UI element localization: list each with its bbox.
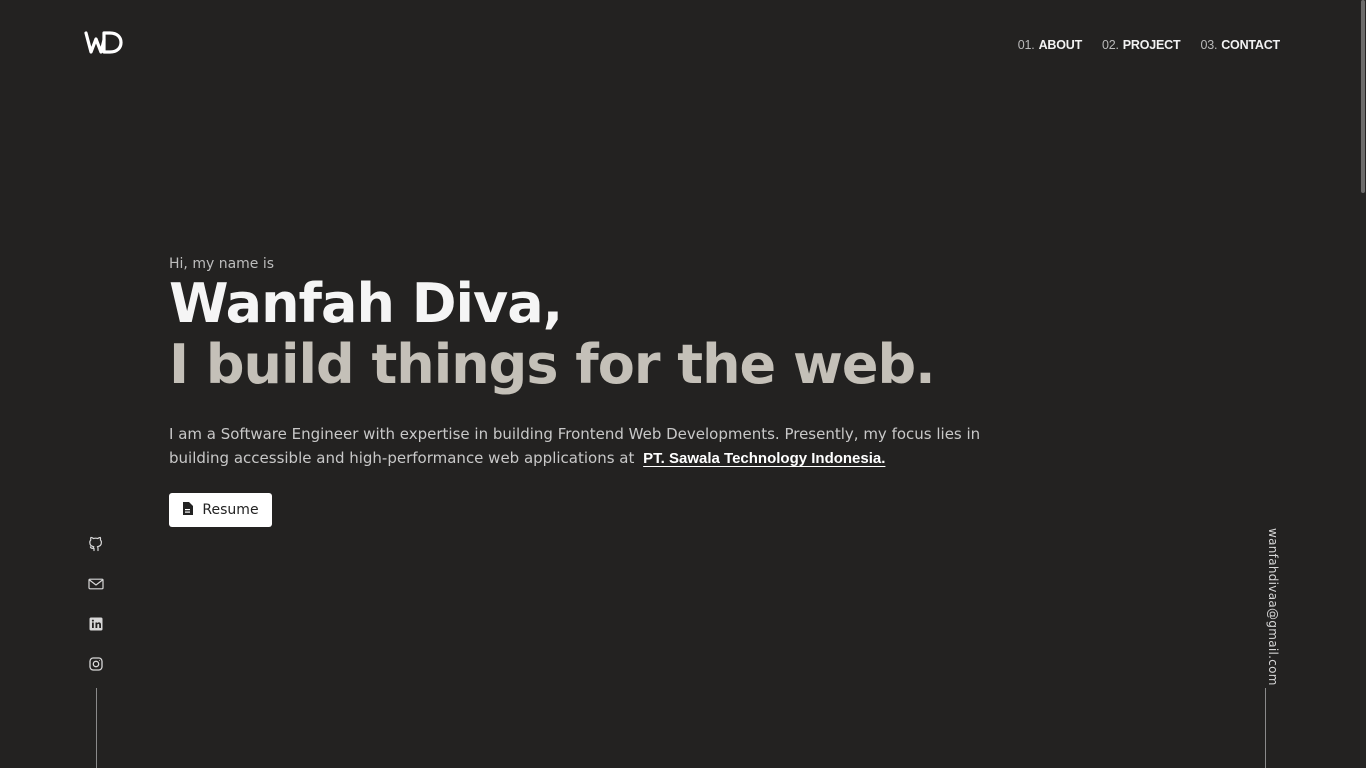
- document-icon: [182, 501, 194, 519]
- right-divider-line: [1265, 688, 1266, 768]
- scrollbar[interactable]: [1360, 0, 1366, 768]
- hero-name: Wanfah Diva,: [169, 272, 563, 335]
- nav-number: 01.: [1017, 38, 1035, 52]
- nav-number: 02.: [1102, 38, 1119, 52]
- instagram-icon[interactable]: [86, 654, 106, 674]
- wd-logo-icon[interactable]: [84, 30, 124, 56]
- company-link[interactable]: PT. Sawala Technology Indonesia.: [643, 450, 885, 467]
- resume-button[interactable]: Resume: [169, 493, 272, 527]
- nav-contact[interactable]: 03. CONTACT: [1200, 38, 1280, 52]
- github-icon[interactable]: [86, 534, 106, 554]
- social-links: [86, 534, 106, 694]
- page: 01. ABOUT 02. PROJECT 03. CONTACT Hi, my…: [0, 0, 1366, 768]
- hero-tagline: I build things for the web.: [169, 333, 936, 396]
- scrollbar-thumb[interactable]: [1361, 0, 1365, 193]
- hero-section: Hi, my name is Wanfah Diva, I build thin…: [169, 256, 1009, 471]
- nav-about[interactable]: 01. ABOUT: [1018, 38, 1082, 52]
- nav-label: PROJECT: [1122, 38, 1181, 52]
- linkedin-icon[interactable]: [86, 614, 106, 634]
- nav-number: 03.: [1200, 38, 1218, 52]
- left-divider-line: [96, 688, 97, 768]
- mail-icon[interactable]: [86, 574, 106, 594]
- nav-label: CONTACT: [1221, 38, 1280, 52]
- hero-description: I am a Software Engineer with expertise …: [169, 422, 999, 471]
- main-nav: 01. ABOUT 02. PROJECT 03. CONTACT: [1018, 38, 1280, 52]
- email-link[interactable]: wanfahdivaa@gmail.com: [1266, 528, 1280, 686]
- resume-label: Resume: [202, 502, 259, 518]
- greeting-text: Hi, my name is: [169, 256, 275, 272]
- nav-label: ABOUT: [1038, 38, 1083, 52]
- nav-project[interactable]: 02. PROJECT: [1102, 38, 1181, 52]
